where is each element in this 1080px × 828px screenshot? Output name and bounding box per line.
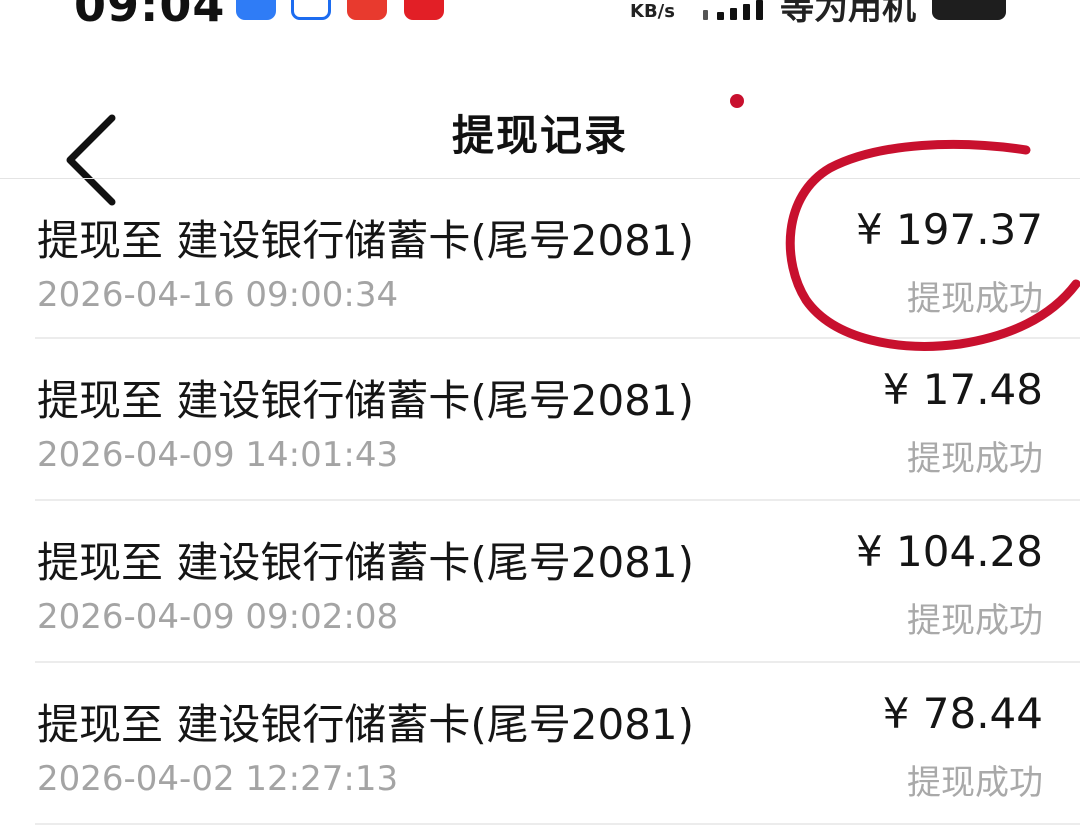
record-status: 提现成功 [907,763,1043,803]
record-row[interactable]: 提现至 建设银行储蓄卡(尾号2081) 2026-04-09 14:01:43 … [0,339,1080,501]
record-title: 提现至 建设银行储蓄卡(尾号2081) [37,376,695,425]
record-amount: ¥ 17.48 [882,365,1043,414]
record-status: 提现成功 [907,601,1043,641]
page-title: 提现记录 [451,111,628,160]
network-speed-unit: KB/s [630,1,675,22]
record-title: 提现至 建设银行储蓄卡(尾号2081) [37,538,695,587]
record-amount: ¥ 104.28 [855,527,1043,576]
record-status: 提现成功 [907,279,1043,319]
divider [35,823,1080,825]
record-status: 提现成功 [907,439,1043,479]
shopping-app-icon [404,0,444,20]
carrier-label: 等为用机 [780,0,916,28]
page-header: 提现记录 [0,80,1080,178]
browser-app-icon [291,0,331,20]
withdrawal-records-screen: 09:04 KB/s 等为用机 提现记录 提现至 建设银行储蓄卡(尾号2081)… [0,0,1080,828]
record-amount: ¥ 197.37 [855,205,1043,254]
record-time: 2026-04-09 14:01:43 [37,435,399,475]
battery-icon [932,0,1006,20]
record-title: 提现至 建设银行储蓄卡(尾号2081) [37,216,695,265]
status-time: 09:04 [74,0,226,28]
record-row[interactable]: 提现至 建设银行储蓄卡(尾号2081) 2026-04-16 09:00:34 … [0,179,1080,339]
record-row[interactable]: 提现至 建设银行储蓄卡(尾号2081) 2026-04-02 12:27:13 … [0,663,1080,825]
record-amount: ¥ 78.44 [882,689,1043,738]
record-list: 提现至 建设银行储蓄卡(尾号2081) 2026-04-16 09:00:34 … [0,179,1080,825]
record-time: 2026-04-02 12:27:13 [37,759,399,799]
status-bar: 09:04 KB/s 等为用机 [0,0,1080,28]
signal-strength-icon [703,0,767,22]
record-time: 2026-04-09 09:02:08 [37,597,399,637]
record-row[interactable]: 提现至 建设银行储蓄卡(尾号2081) 2026-04-09 09:02:08 … [0,501,1080,663]
record-time: 2026-04-16 09:00:34 [37,275,399,315]
blue-app-icon [236,0,276,20]
record-title: 提现至 建设银行储蓄卡(尾号2081) [37,700,695,749]
red-app-icon [347,0,387,20]
